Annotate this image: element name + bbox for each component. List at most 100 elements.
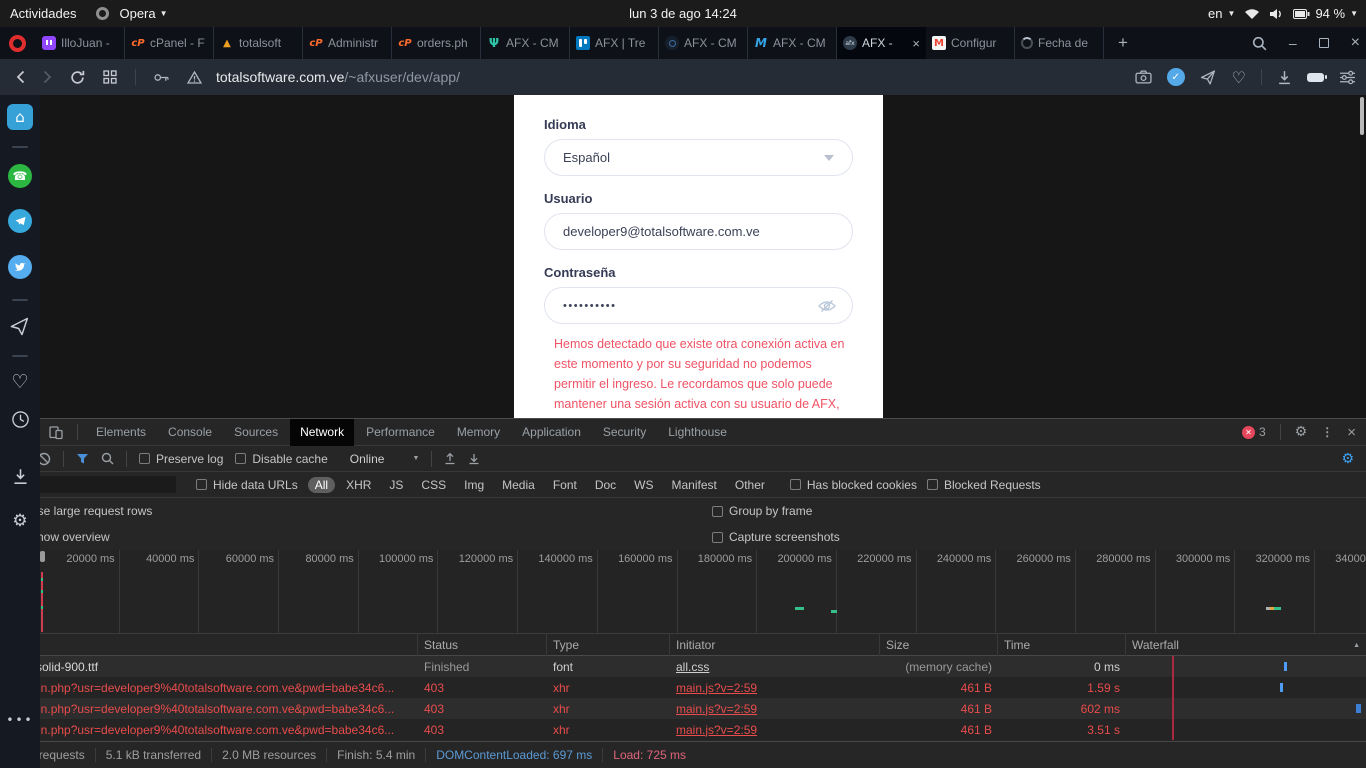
column-header-status[interactable]: Status <box>418 634 547 656</box>
capture-screenshots-option[interactable]: Capture screenshots <box>712 530 840 544</box>
device-toolbar-icon[interactable] <box>49 425 63 440</box>
devtools-tab-memory[interactable]: Memory <box>447 419 510 446</box>
blocked-requests-option[interactable]: Blocked Requests <box>927 478 1041 492</box>
battery-status[interactable]: 94 % ▼ <box>1293 6 1358 21</box>
clock[interactable]: lun 3 de ago 14:24 <box>0 6 1366 21</box>
bookmarks-heart-icon[interactable]: ♡ <box>11 371 28 393</box>
tab-afx-active[interactable]: AFX -× <box>837 27 926 59</box>
restore-window-button[interactable] <box>1319 38 1329 48</box>
initiator-link[interactable]: main.js?v=2:59 <box>670 723 880 737</box>
table-row[interactable]: login.php?usr=developer9%40totalsoftware… <box>0 698 1366 719</box>
table-row[interactable]: login.php?usr=developer9%40totalsoftware… <box>0 719 1366 740</box>
devtools-tab-lighthouse[interactable]: Lighthouse <box>658 419 737 446</box>
filter-funnel-icon[interactable] <box>76 453 89 465</box>
language-select[interactable]: Español <box>544 139 853 176</box>
site-key-icon[interactable] <box>154 73 169 82</box>
site-warning-icon[interactable] <box>187 71 202 84</box>
initiator-link[interactable]: main.js?v=2:59 <box>670 681 880 695</box>
battery-saver-icon[interactable] <box>1307 73 1324 82</box>
filter-pill-css[interactable]: CSS <box>414 477 453 493</box>
easy-setup-sliders-icon[interactable] <box>1339 70 1356 85</box>
tab-afx-trello[interactable]: AFX | Tre <box>570 27 659 59</box>
filter-pill-doc[interactable]: Doc <box>588 477 623 493</box>
has-blocked-cookies-checkbox[interactable] <box>790 479 801 490</box>
group-by-frame-checkbox[interactable] <box>712 506 723 517</box>
import-har-icon[interactable] <box>444 452 456 465</box>
hide-data-urls-option[interactable]: Hide data URLs <box>196 478 298 492</box>
export-har-icon[interactable] <box>468 452 480 465</box>
column-header-type[interactable]: Type <box>547 634 670 656</box>
table-row[interactable]: fa-solid-900.ttf Finished font all.css (… <box>0 656 1366 677</box>
capture-screenshots-checkbox[interactable] <box>712 532 723 543</box>
column-header-name[interactable]: Name <box>0 634 418 656</box>
preserve-log-option[interactable]: Preserve log <box>139 452 223 466</box>
network-conditions-gear-icon[interactable]: ⚙ <box>1341 451 1354 467</box>
initiator-link[interactable]: main.js?v=2:59 <box>670 702 880 716</box>
toggle-password-eye-off-icon[interactable] <box>818 299 836 313</box>
minimize-window-button[interactable]: – <box>1289 35 1297 51</box>
forward-button[interactable] <box>43 70 52 84</box>
disable-cache-checkbox[interactable] <box>235 453 246 464</box>
tab-fecha[interactable]: Fecha de <box>1015 27 1104 59</box>
tab-totalsoftware[interactable]: totalsoft <box>214 27 303 59</box>
network-overview-timeline[interactable]: 20000 ms 40000 ms 60000 ms 80000 ms 1000… <box>0 550 1366 634</box>
downloads-sidebar-icon[interactable] <box>12 468 29 485</box>
history-clock-icon[interactable] <box>11 410 30 429</box>
my-flow-sidebar-icon[interactable] <box>10 317 30 336</box>
filter-pill-ws[interactable]: WS <box>627 477 660 493</box>
console-error-badge[interactable]: ✕ 3 <box>1242 425 1266 439</box>
group-by-frame-option[interactable]: Group by frame <box>712 504 812 518</box>
search-requests-icon[interactable] <box>101 452 114 465</box>
devtools-tab-sources[interactable]: Sources <box>224 419 288 446</box>
tab-afx-cms-2[interactable]: AFX - CM <box>659 27 748 59</box>
my-flow-icon[interactable] <box>1200 70 1217 85</box>
filter-pill-font[interactable]: Font <box>546 477 584 493</box>
table-row[interactable]: login.php?usr=developer9%40totalsoftware… <box>0 677 1366 698</box>
preserve-log-checkbox[interactable] <box>139 453 150 464</box>
column-header-waterfall[interactable]: Waterfall▲ <box>1126 634 1366 656</box>
filter-pill-all[interactable]: All <box>308 477 335 493</box>
whatsapp-icon[interactable]: ☎ <box>8 164 32 188</box>
opera-logo-icon[interactable] <box>9 35 26 52</box>
devtools-settings-gear-icon[interactable]: ⚙ <box>1295 424 1308 440</box>
close-tab-icon[interactable]: × <box>912 36 920 51</box>
overview-drag-handle[interactable] <box>40 551 45 562</box>
devtools-tab-elements[interactable]: Elements <box>86 419 156 446</box>
tab-cpanel[interactable]: cPanel - F <box>125 27 214 59</box>
hide-data-urls-checkbox[interactable] <box>196 479 207 490</box>
bookmark-heart-icon[interactable]: ♡ <box>1232 68 1246 87</box>
devtools-tab-performance[interactable]: Performance <box>356 419 445 446</box>
has-blocked-cookies-option[interactable]: Has blocked cookies <box>790 478 917 492</box>
devtools-tab-application[interactable]: Application <box>512 419 591 446</box>
tab-administrator[interactable]: Administr <box>303 27 392 59</box>
speed-dial-home-icon[interactable]: ⌂ <box>7 104 33 130</box>
keyboard-layout[interactable]: en ▼ <box>1208 6 1235 21</box>
devtools-tab-security[interactable]: Security <box>593 419 656 446</box>
tab-gmail-config[interactable]: Configur <box>926 27 1015 59</box>
downloads-icon[interactable] <box>1277 70 1292 85</box>
devtools-menu-dots-icon[interactable]: ⋮ <box>1321 425 1333 439</box>
password-input[interactable]: •••••••••• <box>563 300 617 312</box>
filter-pill-other[interactable]: Other <box>728 477 772 493</box>
column-header-size[interactable]: Size <box>880 634 998 656</box>
page-scrollbar[interactable] <box>1360 97 1364 135</box>
vpn-shield-badge-icon[interactable]: ✓ <box>1167 68 1185 86</box>
settings-gear-icon[interactable]: ⚙ <box>12 511 27 531</box>
tab-afx-cms-1[interactable]: AFX - CM <box>481 27 570 59</box>
search-tabs-icon[interactable] <box>1252 36 1267 51</box>
volume-icon[interactable] <box>1269 8 1284 20</box>
reload-button[interactable] <box>70 70 85 85</box>
disable-cache-option[interactable]: Disable cache <box>235 452 327 466</box>
telegram-icon[interactable] <box>8 209 32 233</box>
column-header-time[interactable]: Time <box>998 634 1126 656</box>
new-tab-button[interactable]: + <box>1104 33 1142 53</box>
close-window-button[interactable]: × <box>1351 34 1360 52</box>
initiator-link[interactable]: all.css <box>670 660 880 674</box>
twitter-icon[interactable] <box>8 255 32 279</box>
column-header-initiator[interactable]: Initiator <box>670 634 880 656</box>
blocked-requests-checkbox[interactable] <box>927 479 938 490</box>
devtools-tab-network[interactable]: Network <box>290 419 354 446</box>
speed-dial-icon[interactable] <box>103 70 117 84</box>
snapshot-camera-icon[interactable] <box>1135 70 1152 84</box>
filter-pill-xhr[interactable]: XHR <box>339 477 378 493</box>
